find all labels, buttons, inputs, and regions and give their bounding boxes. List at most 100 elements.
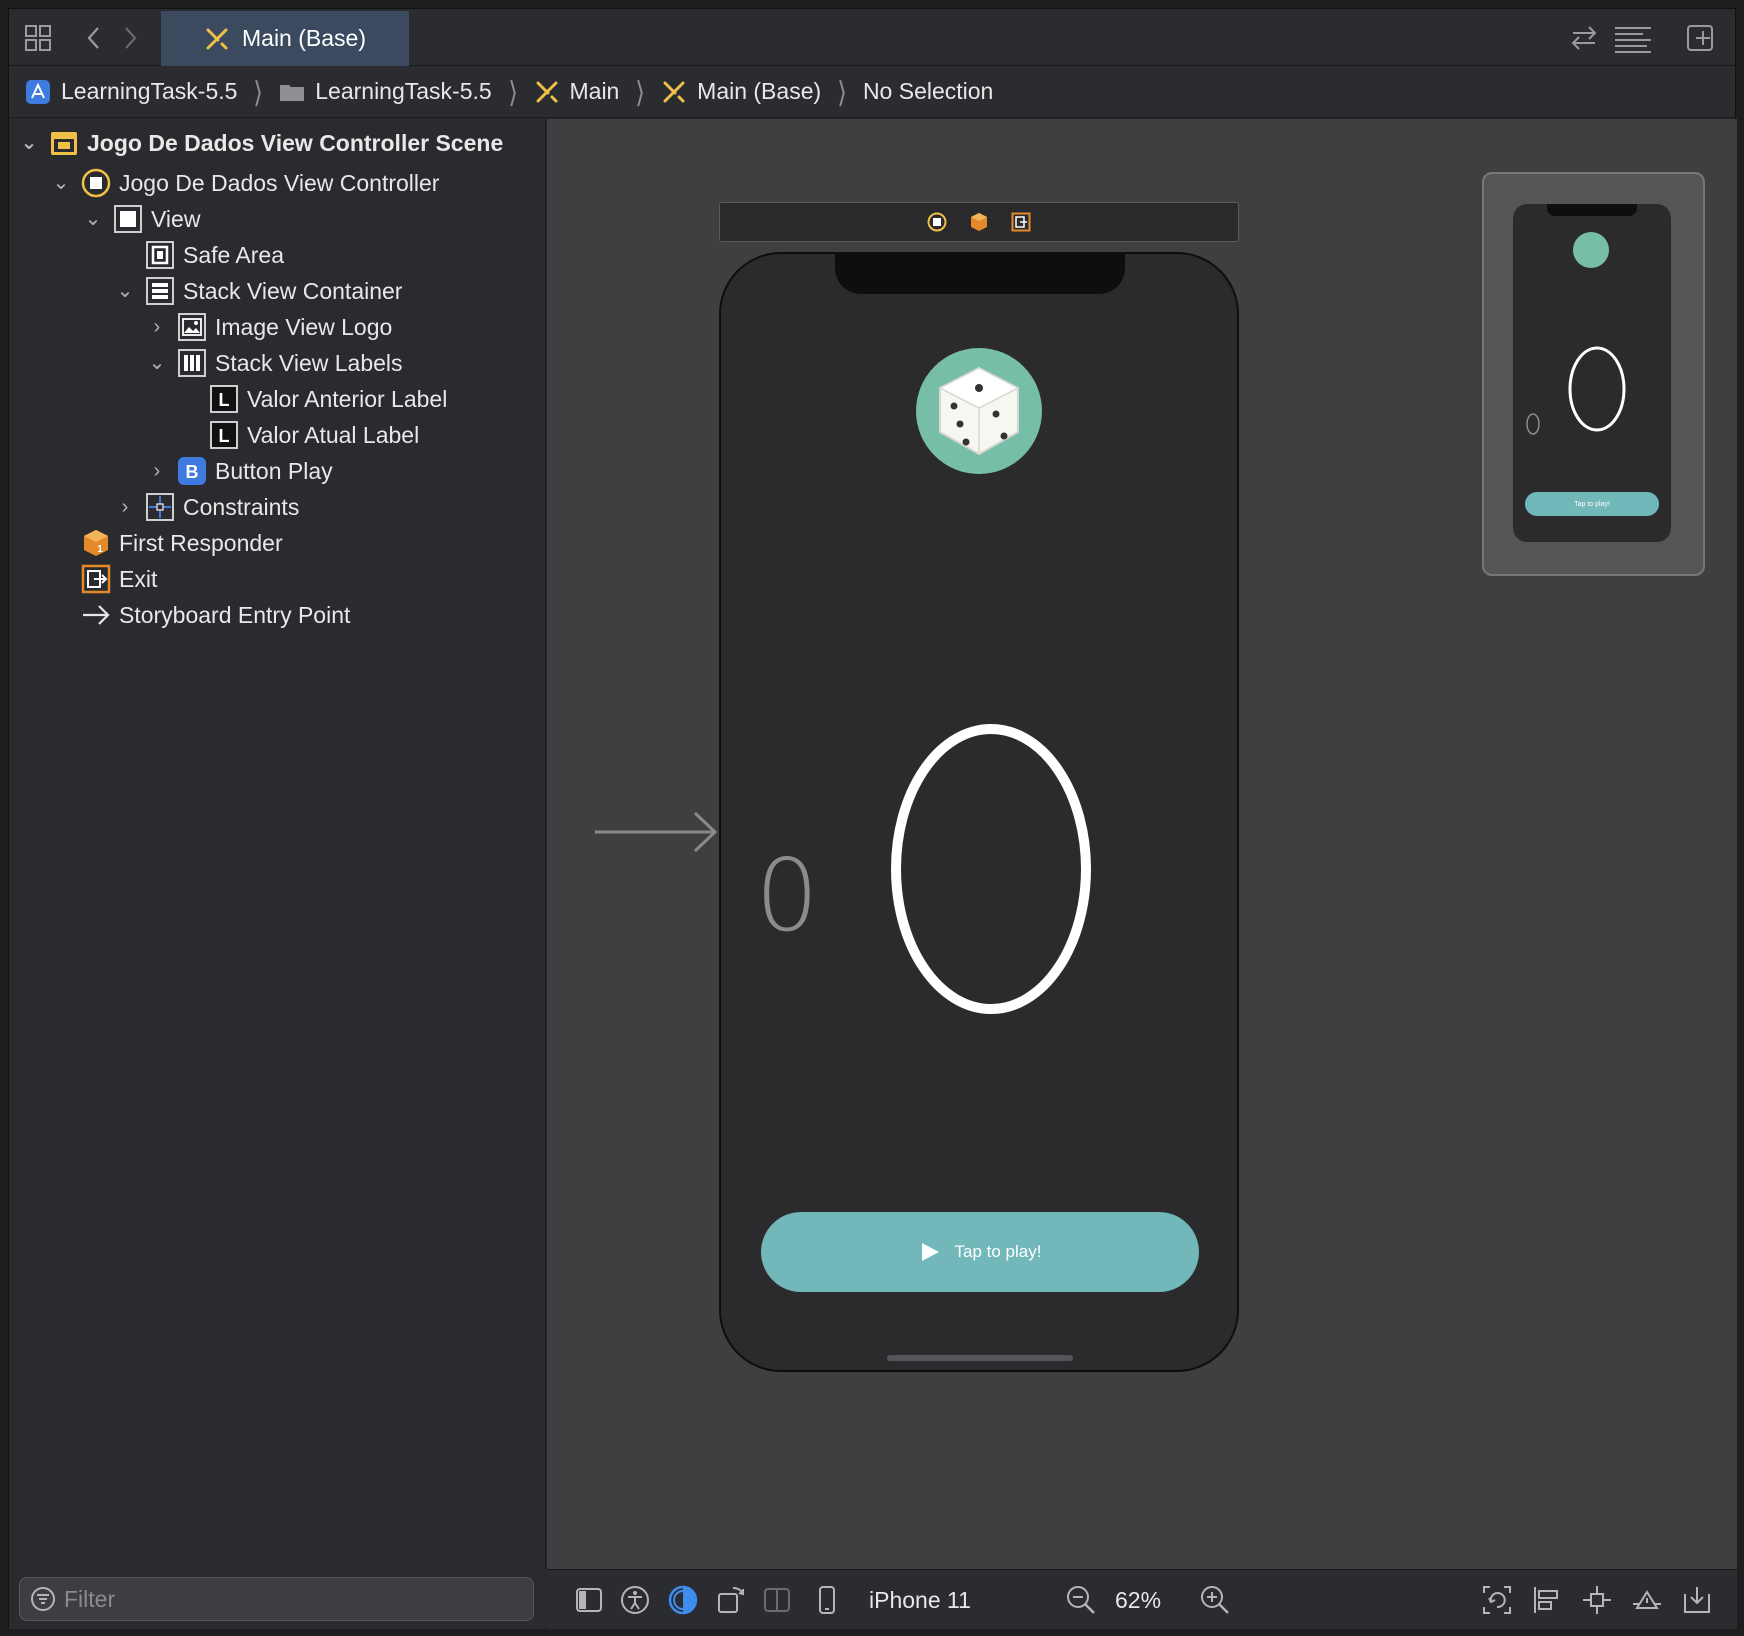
device-phone-icon[interactable] (811, 1584, 843, 1616)
crumb-separator: ❭ (252, 76, 265, 106)
outline-row-stack-labels[interactable]: ⌄ Stack View Labels (145, 345, 403, 381)
vertical-stack-icon (146, 277, 174, 305)
canvas-minimap[interactable]: Tap to play! (1482, 172, 1705, 576)
appearance-icon[interactable] (667, 1584, 699, 1616)
minimap-small-zero (1526, 413, 1540, 435)
scene-dock (719, 202, 1239, 242)
crumb-main[interactable]: Main (534, 78, 620, 105)
first-responder-cube-icon: 1 (84, 530, 108, 556)
zoom-level-readout[interactable]: 62% (1115, 1587, 1161, 1614)
svg-text:L: L (219, 390, 230, 410)
add-editor-icon[interactable] (1685, 23, 1715, 53)
crumb-folder[interactable]: LearningTask-5.5 (279, 78, 492, 105)
outline-row-entry-point[interactable]: Storyboard Entry Point (49, 597, 350, 633)
minimap-phone: Tap to play! (1513, 204, 1671, 542)
disclosure-open-icon[interactable]: ⌄ (145, 351, 169, 375)
xcode-window: Main (Base) LearningTask-5.5 ❭ LearningT… (8, 8, 1737, 1629)
exit-icon[interactable] (1011, 212, 1031, 232)
resolve-issues-icon[interactable] (1631, 1584, 1663, 1616)
jump-bar: LearningTask-5.5 ❭ LearningTask-5.5 ❭ Ma… (9, 66, 1735, 118)
align-icon[interactable] (1531, 1584, 1563, 1616)
crumb-label: Main (Base) (697, 78, 822, 104)
disclosure-closed-icon[interactable]: › (145, 315, 169, 339)
outline-row-view[interactable]: ⌄ View (81, 201, 200, 237)
outline-label: Constraints (183, 493, 300, 520)
disclosure-closed-icon[interactable]: › (113, 495, 137, 519)
disclosure-open-icon[interactable]: ⌄ (17, 131, 41, 155)
split-view-icon[interactable] (761, 1584, 793, 1616)
crumb-label: No Selection (862, 78, 994, 104)
minimap-zero-glyph (1568, 346, 1626, 432)
view-controller-icon[interactable] (927, 212, 947, 232)
label-icon: L (210, 385, 238, 413)
crumb-separator: ❭ (506, 76, 519, 106)
update-frames-icon[interactable] (1481, 1584, 1513, 1616)
valor-atual-label[interactable]: 0 (881, 714, 1101, 1024)
disclosure-open-icon[interactable]: ⌄ (49, 171, 73, 195)
play-button-label: Tap to play! (954, 1242, 1042, 1261)
disclosure-open-icon[interactable]: ⌄ (81, 207, 105, 231)
outline-row-stack-container[interactable]: ⌄ Stack View Container (113, 273, 402, 309)
canvas-bottom-bar: iPhone 11 62% (547, 1569, 1737, 1629)
outline-label: Exit (119, 565, 158, 592)
home-indicator (887, 1355, 1073, 1361)
valor-anterior-label[interactable]: 0 (755, 837, 819, 954)
outline-row-image-view-logo[interactable]: › Image View Logo (145, 309, 392, 345)
crumb-label: LearningTask-5.5 (315, 78, 492, 104)
dice-logo-image[interactable] (916, 348, 1042, 474)
outline-row-controller[interactable]: ⌄ Jogo De Dados View Controller (49, 165, 439, 201)
filter-field[interactable] (19, 1577, 534, 1621)
entry-point-arrow[interactable] (595, 809, 719, 855)
crumb-label: Main (569, 78, 620, 104)
crumb-no-selection[interactable]: No Selection (863, 78, 993, 105)
crumb-main-base[interactable]: Main (Base) (661, 78, 821, 105)
minimap-notch (1547, 204, 1637, 216)
outline-row-valor-anterior[interactable]: L Valor Anterior Label (177, 381, 447, 417)
outline-row-first-responder[interactable]: 1 First Responder (49, 525, 283, 561)
outline-row-safe-area[interactable]: Safe Area (113, 237, 284, 273)
outline-row-valor-atual[interactable]: L Valor Atual Label (177, 417, 419, 453)
add-constraints-icon[interactable] (1581, 1584, 1613, 1616)
embed-in-icon[interactable] (1681, 1584, 1713, 1616)
outline-row-button-play[interactable]: › B Button Play (145, 453, 333, 489)
back-chevron-icon[interactable] (79, 23, 109, 53)
xcode-project-icon (26, 79, 50, 104)
outline-row-constraints[interactable]: › Constraints (113, 489, 299, 525)
filter-icon (31, 1587, 55, 1611)
zoom-out-icon[interactable] (1065, 1584, 1097, 1616)
minimap-button-label: Tap to play! (1574, 500, 1610, 508)
grid-icon[interactable] (23, 23, 53, 53)
iphone-scene-frame[interactable]: 0 0 Tap to play! (719, 252, 1239, 1372)
disclosure-closed-icon[interactable]: › (145, 459, 169, 483)
label-icon: L (210, 421, 238, 449)
minimap-lines-icon[interactable] (1613, 23, 1653, 53)
entry-arrow-icon (83, 605, 110, 625)
outline-row-exit[interactable]: Exit (49, 561, 157, 597)
outline-label: Valor Anterior Label (247, 385, 448, 412)
toggle-outline-icon[interactable] (573, 1584, 605, 1616)
outline-label: Image View Logo (215, 313, 393, 340)
forward-chevron-icon[interactable] (115, 23, 145, 53)
play-button[interactable]: Tap to play! (761, 1212, 1199, 1292)
orientation-icon[interactable] (715, 1584, 747, 1616)
outline-row-scene[interactable]: ⌄ Jogo De Dados View Controller Scene (17, 125, 504, 161)
tab-main-base[interactable]: Main (Base) (161, 11, 409, 66)
first-responder-cube-icon[interactable] (969, 212, 989, 232)
crumb-project[interactable]: LearningTask-5.5 (25, 78, 237, 105)
current-zero-glyph (891, 724, 1091, 1014)
filter-input[interactable] (64, 1585, 504, 1613)
accessibility-icon[interactable] (619, 1584, 651, 1616)
exit-icon (81, 564, 111, 594)
button-icon: B (178, 457, 206, 485)
svg-text:B: B (186, 462, 199, 482)
image-view-icon (178, 313, 206, 341)
phone-notch (835, 254, 1125, 294)
swap-arrows-icon[interactable] (1569, 23, 1599, 53)
storyboard-icon (206, 28, 228, 49)
storyboard-icon (663, 81, 685, 102)
folder-icon (280, 84, 305, 101)
zoom-in-icon[interactable] (1199, 1584, 1231, 1616)
disclosure-open-icon[interactable]: ⌄ (113, 279, 137, 303)
device-selector[interactable]: iPhone 11 (869, 1587, 971, 1614)
storyboard-canvas[interactable]: 0 0 Tap to play! (547, 119, 1737, 1569)
